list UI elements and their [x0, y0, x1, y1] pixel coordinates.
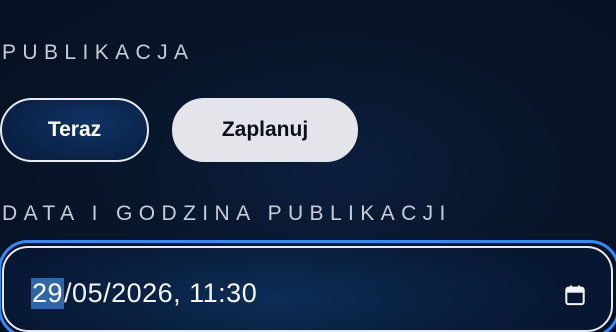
publish-now-label: Teraz: [47, 118, 102, 141]
calendar-icon[interactable]: [564, 284, 586, 306]
publication-section-label: PUBLIKACJA: [2, 41, 195, 64]
datetime-input[interactable]: 29/05/2026, 11:30: [2, 246, 613, 332]
datetime-focus-ring: 29/05/2026, 11:30: [0, 240, 616, 332]
publish-now-button[interactable]: Teraz: [0, 98, 149, 162]
date-time-rest[interactable]: /05/2026, 11:30: [64, 278, 257, 309]
datetime-section-label: DATA I GODZINA PUBLIKACJI: [2, 202, 452, 225]
datetime-value[interactable]: 29/05/2026, 11:30: [31, 278, 257, 309]
schedule-button[interactable]: Zaplanuj: [172, 98, 358, 162]
day-segment[interactable]: 29: [31, 278, 65, 309]
schedule-label: Zaplanuj: [221, 118, 309, 141]
